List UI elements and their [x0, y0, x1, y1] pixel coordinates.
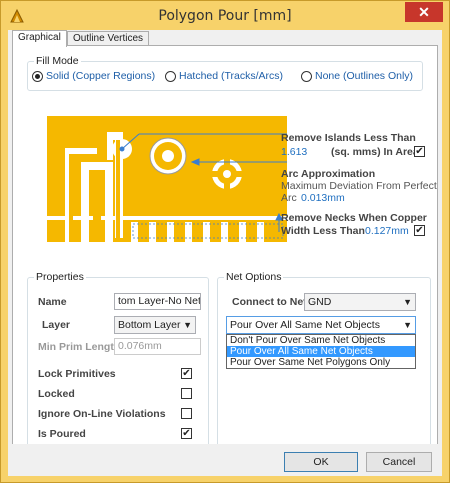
radio-hatched-label: Hatched (Tracks/Arcs): [179, 70, 284, 82]
ignore-online-checkbox[interactable]: [181, 408, 192, 419]
name-field[interactable]: tom Layer-No Net: [114, 293, 201, 310]
pour-over-value: Pour Over All Same Net Objects: [230, 319, 380, 331]
layer-label: Layer: [42, 319, 71, 331]
radio-none[interactable]: None (Outlines Only): [301, 70, 413, 82]
is-poured-label: Is Poured: [38, 428, 86, 440]
radio-solid-indicator: [32, 70, 43, 82]
pad-hole: [162, 150, 174, 162]
arc-approx-prefix: Arc: [281, 192, 297, 204]
polygon-preview-graphic: [47, 116, 287, 242]
radio-solid[interactable]: Solid (Copper Regions): [32, 70, 155, 82]
remove-islands-checkbox[interactable]: ✔: [414, 146, 425, 157]
remove-islands-unit: (sq. mms) In Area: [331, 146, 419, 158]
arc-approx-desc: Maximum Deviation From Perfect: [281, 180, 437, 192]
tab-page-graphical: Fill Mode Solid (Copper Regions) Hatched…: [12, 45, 438, 475]
dialog-client: Graphical Outline Vertices Fill Mode Sol…: [8, 30, 442, 476]
window-title: Polygon Pour [mm]: [158, 8, 292, 24]
check-icon: ✔: [182, 428, 191, 439]
min-prim-label: Min Prim Length: [38, 341, 121, 353]
ok-button[interactable]: OK: [284, 452, 358, 472]
remove-islands-value[interactable]: 1.613: [281, 146, 307, 158]
net-options-group: Net Options Connect to Net GND ▼ Pour Ov…: [217, 271, 431, 455]
close-icon[interactable]: ✕: [405, 2, 443, 22]
chevron-down-icon: ▼: [183, 320, 192, 330]
remove-necks-title: Remove Necks When Copper: [281, 212, 427, 224]
fill-mode-group: Fill Mode Solid (Copper Regions) Hatched…: [27, 55, 423, 91]
cancel-button[interactable]: Cancel: [366, 452, 432, 472]
radio-hatched[interactable]: Hatched (Tracks/Arcs): [165, 70, 283, 82]
pour-option-dont-pour[interactable]: Don't Pour Over Same Net Objects: [227, 335, 415, 346]
locked-checkbox[interactable]: [181, 388, 192, 399]
pour-over-dropdown: Don't Pour Over Same Net Objects Pour Ov…: [226, 334, 416, 369]
pour-option-polygons-only[interactable]: Pour Over Same Net Polygons Only: [227, 357, 415, 368]
connect-to-net-select[interactable]: GND ▼: [304, 293, 416, 311]
remove-necks-value[interactable]: 0.127mm: [365, 225, 409, 237]
tab-outline-vertices[interactable]: Outline Vertices: [67, 31, 150, 46]
name-label: Name: [38, 296, 67, 308]
arc-approx-value[interactable]: 0.013mm: [301, 192, 345, 204]
locked-label: Locked: [38, 388, 75, 400]
pour-over-select[interactable]: Pour Over All Same Net Objects ▼: [226, 316, 416, 334]
dialog-window: Polygon Pour [mm] ✕ Graphical Outline Ve…: [0, 0, 450, 483]
layer-select-value: Bottom Layer: [118, 319, 181, 331]
connect-to-net-label: Connect to Net: [232, 296, 307, 308]
properties-title: Properties: [34, 271, 86, 283]
lock-primitives-checkbox[interactable]: ✔: [181, 368, 192, 379]
connect-to-net-value: GND: [308, 296, 332, 308]
pour-option-all-same-net[interactable]: Pour Over All Same Net Objects: [227, 346, 415, 357]
remove-necks-checkbox[interactable]: ✔: [414, 225, 425, 236]
radio-solid-label: Solid (Copper Regions): [46, 70, 156, 82]
properties-group: Properties Name tom Layer-No Net Layer B…: [27, 271, 209, 455]
title-bar[interactable]: Polygon Pour [mm] ✕: [1, 1, 449, 31]
check-icon: ✔: [182, 368, 191, 379]
net-options-title: Net Options: [224, 271, 284, 283]
chevron-down-icon: ▼: [403, 297, 412, 307]
layer-select[interactable]: Bottom Layer ▼: [114, 316, 196, 334]
lock-primitives-label: Lock Primitives: [38, 368, 116, 380]
dialog-footer: OK Cancel: [8, 444, 442, 476]
fill-mode-title: Fill Mode: [34, 55, 81, 67]
min-prim-field: 0.076mm: [114, 338, 201, 355]
is-poured-checkbox[interactable]: ✔: [181, 428, 192, 439]
remove-necks-label: Width Less Than: [281, 225, 365, 237]
check-icon: ✔: [415, 146, 424, 157]
remove-islands-title: Remove Islands Less Than: [281, 132, 416, 144]
radio-none-indicator: [301, 70, 312, 82]
check-icon: ✔: [415, 225, 424, 236]
radio-none-label: None (Outlines Only): [315, 70, 414, 82]
tab-graphical[interactable]: Graphical: [12, 30, 67, 47]
arc-approx-title: Arc Approximation: [281, 168, 376, 180]
radio-hatched-indicator: [165, 70, 176, 82]
ignore-online-label: Ignore On-Line Violations: [38, 408, 166, 420]
chevron-down-icon: ▼: [403, 320, 412, 330]
